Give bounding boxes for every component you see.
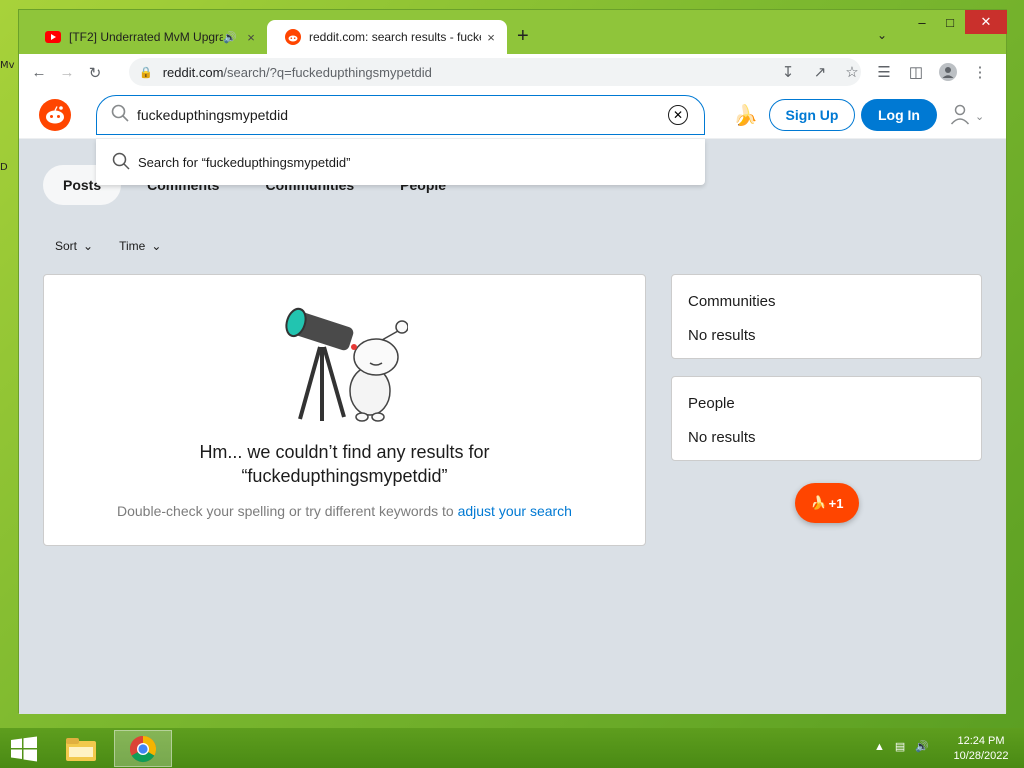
browser-window: [TF2] Underrated MvM Upgrades 🔊 × reddit… [18, 9, 1007, 714]
people-no-results: No results [688, 429, 756, 446]
log-in-button[interactable]: Log In [861, 99, 937, 131]
no-results-title: Hm... we couldn’t find any results for “… [44, 440, 645, 488]
clock[interactable]: 12:24 PM 10/28/2022 [946, 734, 1016, 764]
taskbar: ▲ ▤ 🔊 12:24 PM 10/28/2022 [0, 728, 1024, 768]
toolbar-actions: ↧ ↗ ☆ ☰ ◫ ⋮ [772, 58, 996, 86]
banana-icon: 🍌 [810, 495, 827, 510]
reload-icon[interactable]: ↻ [81, 59, 109, 87]
file-explorer-icon[interactable] [52, 730, 110, 767]
no-results-subtext: Double-check your spelling or try differ… [44, 503, 645, 519]
chrome-icon[interactable] [114, 730, 172, 767]
chevron-up-icon[interactable]: ▲ [874, 741, 885, 753]
tab-title: [TF2] Underrated MvM Upgrades [69, 30, 224, 44]
no-results-line2: “fuckedupthingsmypetdid” [241, 466, 448, 486]
tab-search-icon[interactable]: ⌄ [877, 28, 887, 42]
install-icon[interactable]: ↧ [772, 58, 804, 86]
network-icon[interactable]: ▤ [895, 740, 905, 753]
fab-label: +1 [828, 495, 844, 511]
communities-no-results: No results [688, 327, 756, 344]
side-panel-icon[interactable]: ◫ [900, 58, 932, 86]
desktop-icon-fragment: D [0, 162, 8, 173]
snoo-telescope-illustration [282, 303, 409, 425]
search-icon [112, 152, 130, 173]
close-tab-icon[interactable]: × [241, 30, 261, 45]
user-menu[interactable]: ⌄ [949, 103, 984, 130]
search-input[interactable] [137, 107, 668, 123]
bookmark-star-icon[interactable]: ☆ [836, 58, 868, 86]
windows-start-icon[interactable] [10, 736, 38, 762]
menu-kebab-icon[interactable]: ⋮ [964, 58, 996, 86]
browser-toolbar: ← → ↻ 🔒 reddit.com/search/?q=fuckedupthi… [19, 54, 1006, 91]
tab-title: reddit.com: search results - fuckedupthi… [309, 30, 481, 44]
profile-avatar-icon[interactable] [932, 58, 964, 86]
search-suggestion[interactable]: Search for “fuckedupthingsmypetdid” [96, 139, 705, 185]
tab-youtube[interactable]: [TF2] Underrated MvM Upgrades 🔊 × [27, 20, 267, 54]
close-window-icon[interactable]: ✕ [965, 10, 1007, 34]
clear-search-icon[interactable]: ✕ [668, 105, 688, 125]
lock-icon: 🔒 [139, 66, 153, 79]
chevron-down-icon: ⌄ [975, 111, 985, 123]
close-tab-icon[interactable]: × [481, 30, 501, 45]
url-path: /search/?q=fuckedupthingsmypetdid [223, 64, 432, 80]
address-bar[interactable]: 🔒 reddit.com/search/?q=fuckedupthingsmyp… [129, 58, 861, 86]
youtube-icon [45, 29, 61, 45]
back-icon[interactable]: ← [25, 59, 53, 87]
search-icon [111, 104, 129, 127]
no-results-hint: Double-check your spelling or try differ… [117, 503, 458, 519]
tab-reddit[interactable]: reddit.com: search results - fuckedupthi… [267, 20, 507, 54]
people-heading: People [688, 395, 735, 412]
no-results-card: Hm... we couldn’t find any results for “… [43, 274, 646, 546]
speaker-icon[interactable]: 🔊 [223, 31, 237, 44]
media-control-icon[interactable]: ☰ [868, 58, 900, 86]
user-icon [949, 103, 971, 130]
desktop-icon-fragment: Mv [0, 60, 15, 71]
reddit-logo-icon[interactable] [39, 99, 71, 131]
new-tab-button[interactable]: + [517, 26, 529, 46]
communities-heading: Communities [688, 293, 776, 310]
minimize-icon[interactable]: – [909, 10, 935, 34]
clock-time: 12:24 PM [957, 735, 1005, 747]
banana-plus-one-button[interactable]: 🍌 +1 [795, 483, 859, 523]
system-tray: ▲ ▤ 🔊 [874, 740, 939, 754]
sort-dropdown[interactable]: Sort ⌄ [55, 239, 93, 253]
time-label: Time [119, 239, 146, 253]
no-results-line1: Hm... we couldn’t find any results for [199, 442, 490, 462]
result-filters: Sort ⌄ Time ⌄ [55, 239, 187, 253]
reddit-page: ✕ 🍌 Sign Up Log In ⌄ Search for “fuckedu… [19, 91, 1006, 714]
time-dropdown[interactable]: Time ⌄ [119, 239, 161, 253]
communities-card: Communities No results [671, 274, 982, 359]
sort-label: Sort [55, 239, 78, 253]
reddit-icon [285, 29, 301, 45]
url-host: reddit.com [162, 64, 224, 80]
forward-icon[interactable]: → [53, 59, 81, 87]
maximize-icon[interactable]: □ [937, 10, 963, 34]
tab-strip: [TF2] Underrated MvM Upgrades 🔊 × reddit… [19, 10, 1007, 54]
adjust-search-link[interactable]: adjust your search [458, 503, 572, 519]
clock-date: 10/28/2022 [953, 750, 1009, 762]
volume-icon[interactable]: 🔊 [915, 740, 929, 753]
chevron-down-icon: ⌄ [151, 239, 162, 253]
share-icon[interactable]: ↗ [804, 58, 836, 86]
sign-up-button[interactable]: Sign Up [769, 99, 855, 131]
search-box[interactable]: ✕ [96, 95, 705, 135]
chevron-down-icon: ⌄ [83, 239, 94, 253]
reddit-header: ✕ 🍌 Sign Up Log In ⌄ [19, 91, 1006, 139]
people-card: People No results [671, 376, 982, 461]
suggestion-text: Search for “fuckedupthingsmypetdid” [138, 154, 351, 170]
banana-icon[interactable]: 🍌 [733, 103, 758, 128]
